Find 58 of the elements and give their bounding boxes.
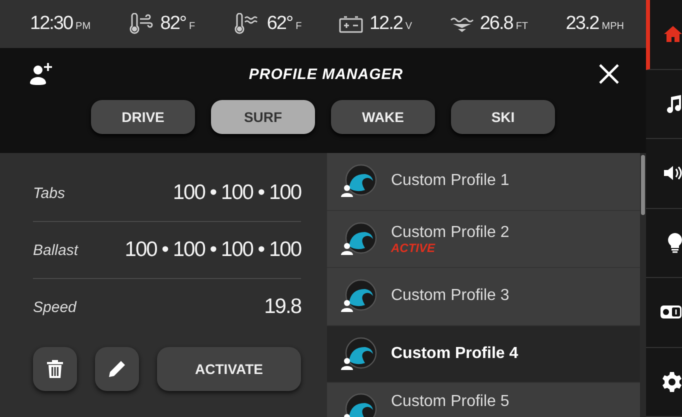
reading-unit: MPH [602,21,624,32]
nav-button[interactable] [646,278,682,348]
pencil-icon [108,360,126,378]
nav-button[interactable] [646,348,682,417]
reading-value: 82° [160,13,186,35]
thermometer-wind-icon [128,13,154,35]
activate-button[interactable]: ACTIVATE [157,347,301,391]
active-status: ACTIVE [391,242,436,254]
nav-button[interactable] [646,70,682,139]
setting-label: Ballast [33,242,78,258]
depth-icon [450,15,474,33]
reading-value: 23.2 [566,13,599,35]
close-button[interactable] [598,63,620,85]
mode-tab[interactable]: SURF [211,100,315,134]
wave-profile-icon [341,393,377,417]
profile-name: Custom Profile 4 [391,344,518,363]
profile-name: Custom Profile 5 [391,393,510,411]
setting-value: 19.8 [264,295,301,319]
battery-icon [339,15,364,33]
toggle-switch-icon [660,305,682,320]
profile-name: Custom Profile 2 [391,224,510,242]
setting-value: 100 • 100 • 100 • 100 [124,238,301,262]
reading-value: 12.2 [369,13,402,35]
wave-profile-icon [341,279,377,314]
home-icon [664,26,682,42]
dialog-title: PROFILE MANAGER [248,66,404,82]
reading-unit: V [405,21,412,32]
edit-button[interactable] [95,347,139,391]
setting-label: Tabs [33,184,65,202]
setting-label: Speed [33,298,76,316]
add-user-icon[interactable] [30,63,54,85]
clock-period: PM [76,21,91,32]
speaker-icon [664,165,682,182]
music-note-icon [666,94,682,113]
trash-icon [47,360,63,378]
reading-value: 26.8 [480,13,513,35]
delete-button[interactable] [33,347,77,391]
wave-profile-icon [341,222,377,256]
profile-item[interactable]: Custom Profile 2 ACTIVE [327,210,640,268]
mode-tab[interactable]: SKI [451,100,555,134]
mode-tab[interactable]: WAKE [331,100,435,134]
reading-unit: F [296,21,302,32]
profile-name: Custom Profile 1 [391,172,510,190]
profile-item[interactable]: Custom Profile 4 [327,326,640,383]
scrollbar[interactable] [640,153,646,417]
setting-value: 100 • 100 • 100 [172,181,301,205]
reading-value: 62° [266,13,293,35]
clock-time: 12:30 [30,13,73,35]
reading-unit: F [189,21,196,32]
settings-icon [662,372,682,392]
wave-profile-icon [341,164,377,198]
nav-button[interactable] [646,208,682,278]
light-bulb-icon [668,232,682,253]
nav-button[interactable] [646,139,682,208]
mode-tab[interactable]: DRIVE [91,100,195,134]
wave-profile-icon [341,336,377,371]
profile-name: Custom Profile 3 [391,287,510,306]
reading-unit: FT [516,21,528,32]
